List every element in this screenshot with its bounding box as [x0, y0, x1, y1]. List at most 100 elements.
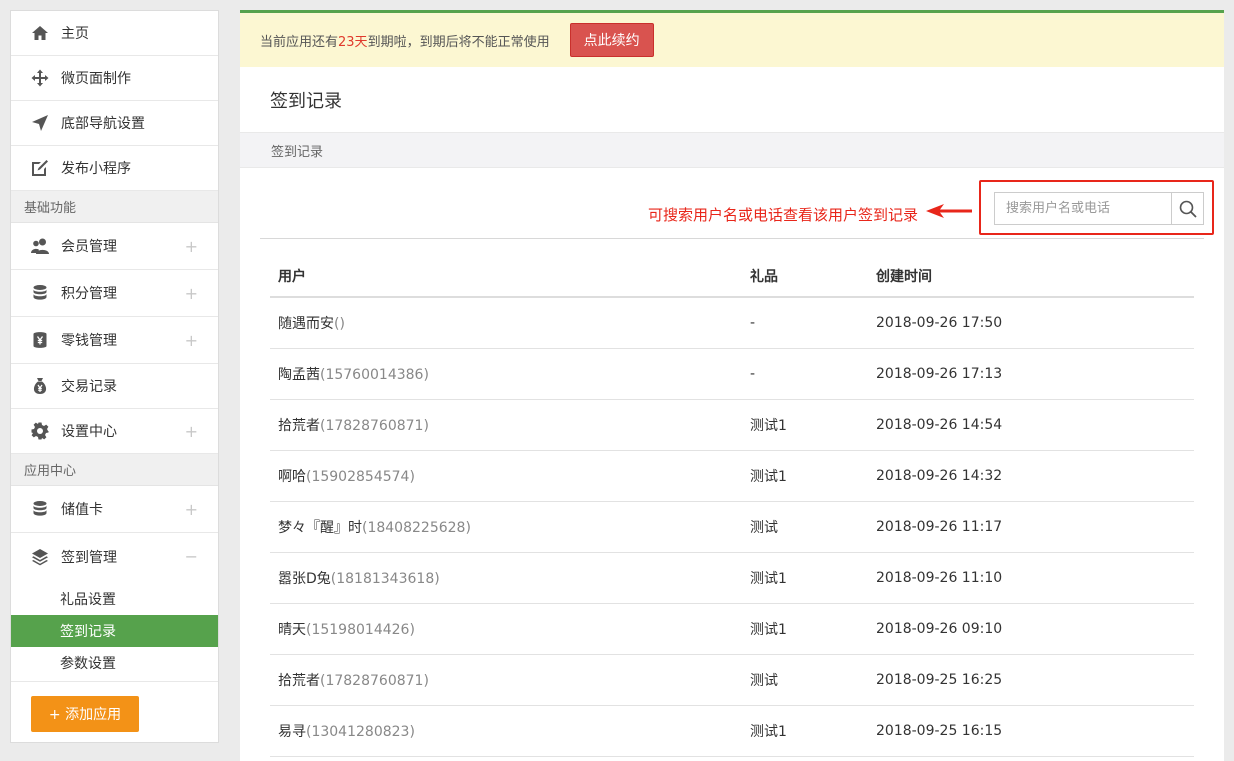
page-title: 签到记录: [270, 90, 342, 112]
tab-checkin-records[interactable]: 签到记录: [240, 132, 1224, 168]
layers-icon: [31, 548, 49, 566]
cell-user: 嚣张D兔(18181343618): [278, 571, 440, 587]
sidebar-item-bottom-nav[interactable]: 底部导航设置: [11, 101, 218, 146]
add-app-button[interactable]: + 添加应用: [31, 696, 139, 732]
table-row: 随遇而安() - 2018-09-26 17:50: [270, 298, 1194, 349]
sidebar-item-label: 会员管理: [61, 239, 117, 255]
sidebar-item-label: 底部导航设置: [61, 116, 145, 132]
sidebar-item-checkin-manage[interactable]: 签到管理 −: [11, 533, 218, 580]
sidebar-item-settings[interactable]: 设置中心 +: [11, 409, 218, 454]
sidebar-item-members[interactable]: 会员管理 +: [11, 223, 218, 270]
cell-gift: 测试1: [750, 418, 787, 434]
notice-text: 当前应用还有23天到期啦，到期后将不能正常使用: [260, 34, 550, 50]
expand-icon[interactable]: +: [185, 331, 198, 350]
navigation-icon: [31, 114, 49, 132]
submenu-checkin: 礼品设置 签到记录 参数设置: [11, 580, 218, 682]
cell-time: 2018-09-26 14:54: [876, 417, 1003, 433]
table-header: 用户 礼品 创建时间: [270, 256, 1194, 298]
days-remaining: 23天: [338, 34, 368, 50]
sidebar-item-label: 主页: [61, 26, 89, 42]
expand-icon[interactable]: +: [185, 422, 198, 441]
money-bag-icon: [31, 377, 49, 395]
sidebar-item-label: 积分管理: [61, 286, 117, 302]
sidebar-item-label: 微页面制作: [61, 71, 131, 87]
search-box: [994, 192, 1204, 225]
cell-user: 随遇而安(): [278, 316, 345, 332]
sidebar-item-stored-card[interactable]: 储值卡 +: [11, 486, 218, 533]
submenu-item-checkin-records[interactable]: 签到记录: [11, 615, 218, 647]
yen-cylinder-icon: [31, 331, 49, 349]
search-row: 可搜索用户名或电话查看该用户签到记录: [260, 168, 1214, 239]
column-header-created: 创建时间: [876, 269, 932, 285]
section-header-apps: 应用中心: [11, 454, 218, 486]
sidebar-item-micro-page[interactable]: 微页面制作: [11, 56, 218, 101]
cell-user: 陶孟茜(15760014386): [278, 367, 429, 383]
cell-gift: 测试: [750, 520, 778, 536]
sidebar: 主页 微页面制作 底部导航设置 发布小程序 基础功能 会员管理 + 积分管理 +…: [10, 10, 219, 743]
expand-icon[interactable]: +: [185, 500, 198, 519]
column-header-user: 用户: [278, 269, 306, 285]
sidebar-item-points[interactable]: 积分管理 +: [11, 270, 218, 317]
expand-icon[interactable]: +: [185, 237, 198, 256]
column-header-gift: 礼品: [750, 269, 778, 285]
cell-user: 梦々『醒』时(18408225628): [278, 520, 471, 536]
edit-icon: [31, 159, 49, 177]
sidebar-item-home[interactable]: 主页: [11, 11, 218, 56]
gear-icon: [31, 422, 49, 440]
move-icon: [31, 69, 49, 87]
expand-icon[interactable]: +: [185, 284, 198, 303]
sidebar-item-label: 发布小程序: [61, 161, 131, 177]
records-table: 用户 礼品 创建时间 随遇而安() - 2018-09-26 17:50 陶孟茜…: [270, 256, 1194, 757]
home-icon: [31, 24, 49, 42]
cell-user: 拾荒者(17828760871): [278, 418, 429, 434]
cell-gift: 测试1: [750, 571, 787, 587]
database-icon: [31, 500, 49, 518]
cell-time: 2018-09-26 14:32: [876, 468, 1003, 484]
cell-time: 2018-09-26 09:10: [876, 621, 1003, 637]
cell-gift: 测试1: [750, 469, 787, 485]
cell-gift: 测试1: [750, 622, 787, 638]
table-row: 易寻(13041280823) 测试1 2018-09-25 16:15: [270, 706, 1194, 757]
expiry-notice: 当前应用还有23天到期啦，到期后将不能正常使用 点此续约: [240, 10, 1224, 67]
sidebar-item-label: 签到管理: [61, 549, 117, 566]
arrow-left-icon: [926, 204, 972, 218]
sidebar-item-label: 设置中心: [61, 424, 117, 440]
sidebar-item-publish[interactable]: 发布小程序: [11, 146, 218, 191]
table-row: 晴天(15198014426) 测试1 2018-09-26 09:10: [270, 604, 1194, 655]
annotation-text: 可搜索用户名或电话查看该用户签到记录: [647, 206, 918, 224]
users-icon: [31, 237, 49, 255]
cell-time: 2018-09-26 17:13: [876, 366, 1003, 382]
table-row: 拾荒者(17828760871) 测试 2018-09-25 16:25: [270, 655, 1194, 706]
sidebar-item-transactions[interactable]: 交易记录: [11, 364, 218, 409]
table-row: 陶孟茜(15760014386) - 2018-09-26 17:13: [270, 349, 1194, 400]
collapse-icon[interactable]: −: [185, 547, 198, 566]
cell-time: 2018-09-25 16:15: [876, 723, 1003, 739]
sidebar-item-label: 零钱管理: [61, 333, 117, 349]
submenu-item-param-settings[interactable]: 参数设置: [11, 647, 218, 679]
table-row: 嚣张D兔(18181343618) 测试1 2018-09-26 11:10: [270, 553, 1194, 604]
submenu-item-gift-settings[interactable]: 礼品设置: [11, 583, 218, 615]
cell-gift: 测试1: [750, 724, 787, 740]
sidebar-item-label: 交易记录: [61, 379, 117, 395]
table-row: 梦々『醒』时(18408225628) 测试 2018-09-26 11:17: [270, 502, 1194, 553]
cell-time: 2018-09-26 11:17: [876, 519, 1003, 535]
cell-user: 拾荒者(17828760871): [278, 673, 429, 689]
main-panel: 当前应用还有23天到期啦，到期后将不能正常使用 点此续约 签到记录 签到记录 可…: [240, 10, 1224, 761]
cell-gift: -: [750, 366, 756, 382]
cell-gift: -: [750, 315, 756, 331]
search-button[interactable]: [1171, 193, 1203, 224]
cell-user: 晴天(15198014426): [278, 622, 415, 638]
sidebar-item-change[interactable]: 零钱管理 +: [11, 317, 218, 364]
section-header-basic: 基础功能: [11, 191, 218, 223]
table-row: 拾荒者(17828760871) 测试1 2018-09-26 14:54: [270, 400, 1194, 451]
search-input[interactable]: [995, 193, 1171, 224]
sidebar-item-label: 储值卡: [61, 502, 103, 518]
table-row: 啊哈(15902854574) 测试1 2018-09-26 14:32: [270, 451, 1194, 502]
cell-user: 啊哈(15902854574): [278, 469, 415, 485]
cell-time: 2018-09-26 11:10: [876, 570, 1003, 586]
cell-time: 2018-09-25 16:25: [876, 672, 1003, 688]
cell-time: 2018-09-26 17:50: [876, 315, 1003, 331]
search-icon: [1179, 200, 1197, 218]
cell-gift: 测试: [750, 673, 778, 689]
renew-button[interactable]: 点此续约: [569, 23, 654, 57]
